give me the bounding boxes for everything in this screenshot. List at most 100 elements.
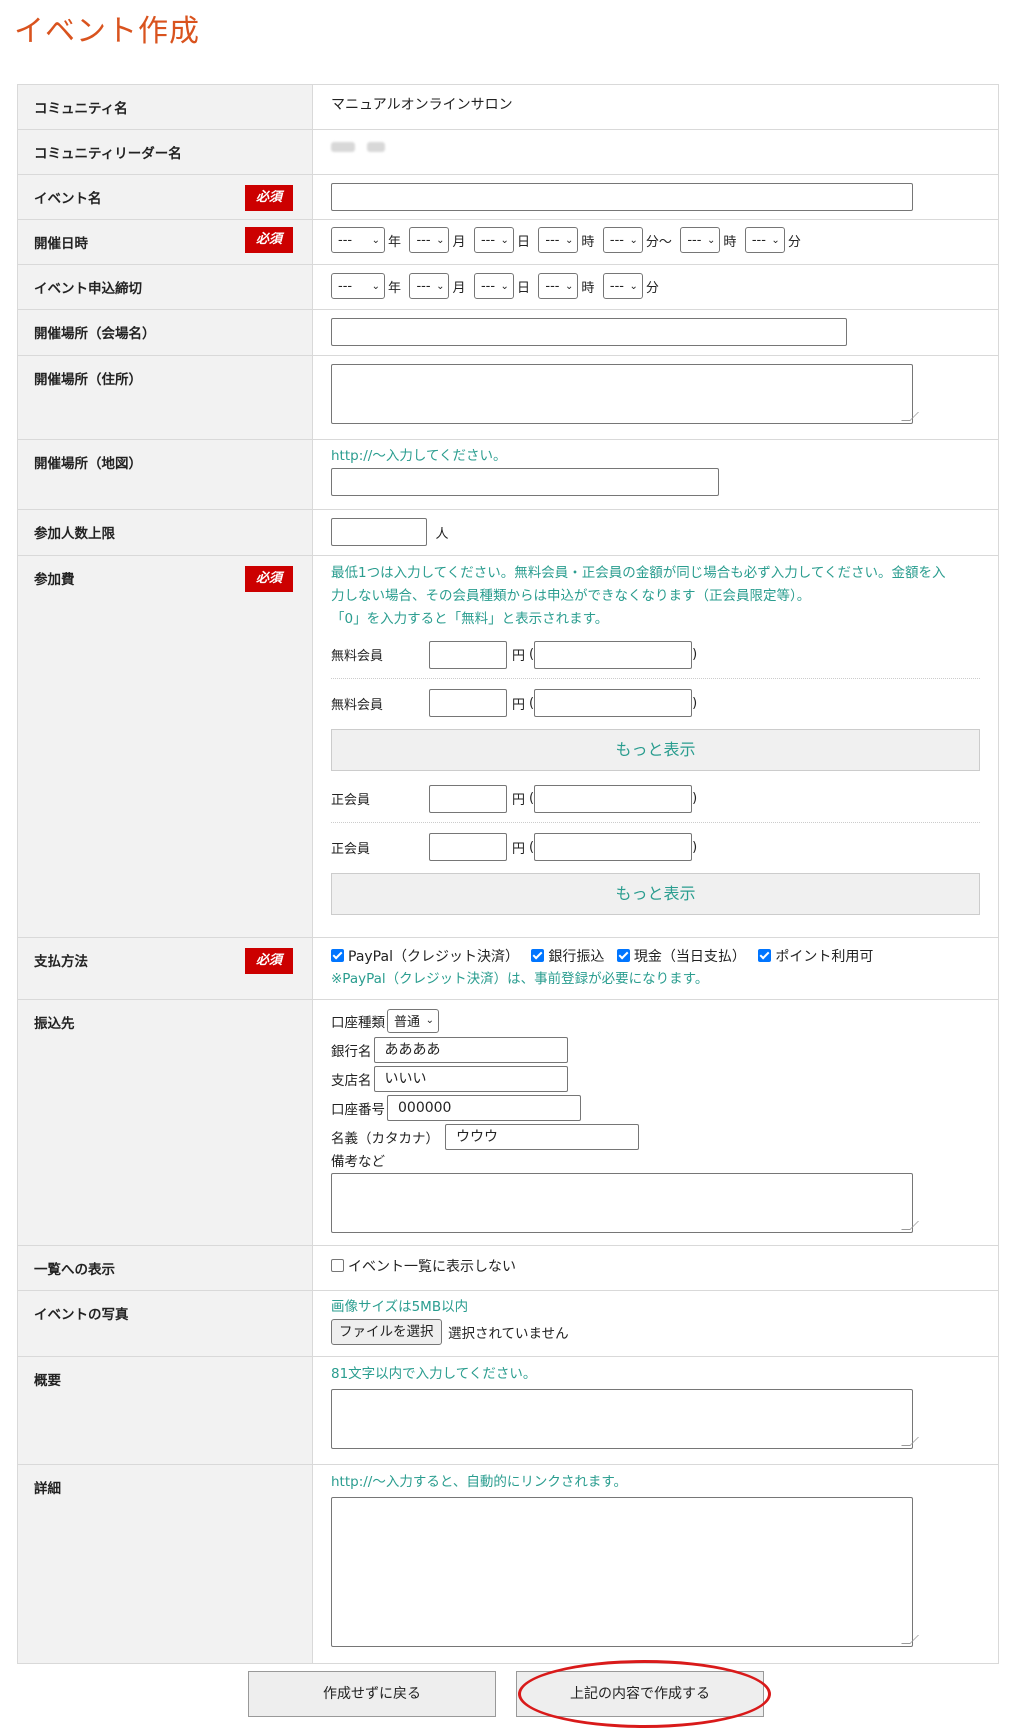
yen-label: 円 xyxy=(512,649,526,664)
date-day-select[interactable]: --- ⌄ xyxy=(473,227,514,253)
date-end-minute-select[interactable]: --- ⌄ xyxy=(744,227,785,253)
unit-month: 月 xyxy=(452,280,466,296)
detail-note: http://〜入力すると、自動的にリンクされます。 xyxy=(331,1474,627,1490)
checkbox-checked-icon[interactable] xyxy=(758,949,772,962)
show-more-button[interactable]: もっと表示 xyxy=(331,873,980,915)
unit-day: 日 xyxy=(516,280,530,296)
deadline-hour-select[interactable]: --- ⌄ xyxy=(538,273,579,299)
fee-amount-input[interactable] xyxy=(429,689,507,717)
fee-note-line-1: 最低1つは入力してください。無料会員・正会員の金額が同じ場合も必ず入力してくださ… xyxy=(331,565,946,581)
deadline-day-select[interactable]: --- ⌄ xyxy=(473,273,514,299)
unit-year: 年 xyxy=(388,280,402,296)
required-badge: 必須 xyxy=(245,566,293,592)
checkbox-checked-icon[interactable] xyxy=(531,949,545,962)
fee-row-regular-member: 正会員 円 ( ) xyxy=(331,823,980,871)
branch-input[interactable]: いいい xyxy=(373,1065,568,1092)
account-type-label: 口座種類 xyxy=(331,1014,385,1031)
fee-label: 参加費 必須 xyxy=(17,555,313,938)
payment-option-cash[interactable]: 現金（当日支払） xyxy=(616,949,754,965)
community-name-label: コミュニティ名 xyxy=(17,84,313,130)
choose-file-button[interactable]: ファイルを選択 xyxy=(331,1319,442,1345)
payment-option-bank[interactable]: 銀行振込 xyxy=(531,949,612,965)
event-form: コミュニティ名 マニュアルオンラインサロン コミュニティリーダー名 イベント名 … xyxy=(17,84,999,1664)
remarks-textarea[interactable] xyxy=(331,1173,913,1233)
back-button[interactable]: 作成せずに戻る xyxy=(248,1671,496,1717)
summary-textarea[interactable] xyxy=(331,1389,913,1449)
fee-note-input[interactable] xyxy=(534,689,693,717)
bank-name-input[interactable]: ああああ xyxy=(373,1036,568,1063)
unit-minute: 分 xyxy=(645,280,659,296)
payment-option-paypal[interactable]: PayPal（クレジット決済） xyxy=(331,949,527,965)
checkbox-unchecked-icon[interactable] xyxy=(331,1259,344,1272)
create-button[interactable]: 上記の内容で作成する xyxy=(516,1671,764,1717)
remarks-label: 備考など xyxy=(331,1154,385,1170)
list-display-label: 一覧への表示 xyxy=(17,1245,313,1291)
payment-option-points[interactable]: ポイント利用可 xyxy=(758,949,881,965)
deadline-minute-select[interactable]: --- ⌄ xyxy=(602,273,643,299)
fee-row-regular-member: 正会員 円 ( ) xyxy=(331,775,980,823)
venue-map-label: 開催場所（地図） xyxy=(17,439,313,510)
payment-note: ※PayPal（クレジット決済）は、事前登録が必要になります。 xyxy=(331,971,709,987)
unit-hour: 時 xyxy=(581,234,595,250)
event-name-input[interactable] xyxy=(331,183,913,211)
show-more-button[interactable]: もっと表示 xyxy=(331,729,980,771)
deadline-month-select[interactable]: --- ⌄ xyxy=(409,273,450,299)
capacity-label: 参加人数上限 xyxy=(17,509,313,556)
yen-label: 円 xyxy=(512,841,526,857)
community-name-value: マニュアルオンラインサロン xyxy=(331,97,513,113)
account-holder-label: 名義（カタカナ） xyxy=(331,1130,439,1147)
date-minute-select[interactable]: --- ⌄ xyxy=(602,227,643,253)
unit-minute-to: 分〜 xyxy=(645,234,672,250)
photo-label: イベントの写真 xyxy=(17,1290,313,1357)
required-badge: 必須 xyxy=(245,948,293,974)
account-type-select[interactable]: 普通 ⌄ xyxy=(387,1008,439,1033)
venue-name-input[interactable] xyxy=(331,318,847,346)
capacity-input[interactable] xyxy=(331,518,427,546)
unit-day: 日 xyxy=(516,234,530,250)
photo-note: 画像サイズは5MB以内 xyxy=(331,1299,469,1315)
unit-month: 月 xyxy=(452,234,466,250)
fee-note-line-2: 力しない場合、その会員種類からは申込ができなくなります（正会員限定等）。 xyxy=(331,588,811,604)
fee-note-input[interactable] xyxy=(534,833,693,861)
bank-name-label: 銀行名 xyxy=(331,1043,372,1060)
fee-amount-input[interactable] xyxy=(429,784,507,813)
date-year-select[interactable]: --- ⌄ xyxy=(331,227,385,253)
unit-end-minute: 分 xyxy=(787,234,801,250)
leader-name-label: コミュニティリーダー名 xyxy=(17,129,313,175)
fee-amount-input[interactable] xyxy=(429,640,507,669)
event-name-label: イベント名 必須 xyxy=(17,174,313,220)
required-badge: 必須 xyxy=(245,185,293,211)
summary-label: 概要 xyxy=(17,1356,313,1465)
page-title: イベント作成 xyxy=(14,14,200,49)
account-number-label: 口座番号 xyxy=(331,1101,385,1118)
fee-amount-input[interactable] xyxy=(429,833,507,861)
required-badge: 必須 xyxy=(245,227,293,253)
account-holder-input[interactable]: ウウウ xyxy=(445,1123,639,1150)
detail-textarea[interactable] xyxy=(331,1497,913,1647)
date-month-select[interactable]: --- ⌄ xyxy=(409,227,450,253)
fee-row-free-member: 無料会員 円 ( ) xyxy=(331,679,980,727)
fee-note-input[interactable] xyxy=(534,784,693,813)
branch-label: 支店名 xyxy=(331,1072,372,1089)
detail-label: 詳細 xyxy=(17,1464,313,1664)
unit-hour: 時 xyxy=(581,280,595,296)
fee-note-input[interactable] xyxy=(534,640,693,669)
file-status: 選択されていません xyxy=(447,1326,569,1342)
venue-map-input[interactable] xyxy=(331,468,719,496)
yen-label: 円 xyxy=(512,793,526,808)
checkbox-checked-icon[interactable] xyxy=(331,949,344,962)
fee-row-free-member: 無料会員 円 ( ) xyxy=(331,631,980,679)
account-number-input[interactable]: 000000 xyxy=(387,1094,581,1121)
venue-address-textarea[interactable] xyxy=(331,364,913,424)
transfer-label: 振込先 xyxy=(17,999,313,1246)
deadline-label: イベント申込締切 xyxy=(17,264,313,310)
venue-address-label: 開催場所（住所） xyxy=(17,355,313,440)
checkbox-checked-icon[interactable] xyxy=(616,949,630,962)
hide-from-list-option[interactable]: イベント一覧に表示しない xyxy=(331,1259,516,1275)
yen-label: 円 xyxy=(512,697,526,713)
date-hour-select[interactable]: --- ⌄ xyxy=(538,227,579,253)
deadline-year-select[interactable]: --- ⌄ xyxy=(331,273,385,299)
venue-name-label: 開催場所（会場名） xyxy=(17,309,313,356)
capacity-unit: 人 xyxy=(435,526,449,542)
date-end-hour-select[interactable]: --- ⌄ xyxy=(680,227,721,253)
